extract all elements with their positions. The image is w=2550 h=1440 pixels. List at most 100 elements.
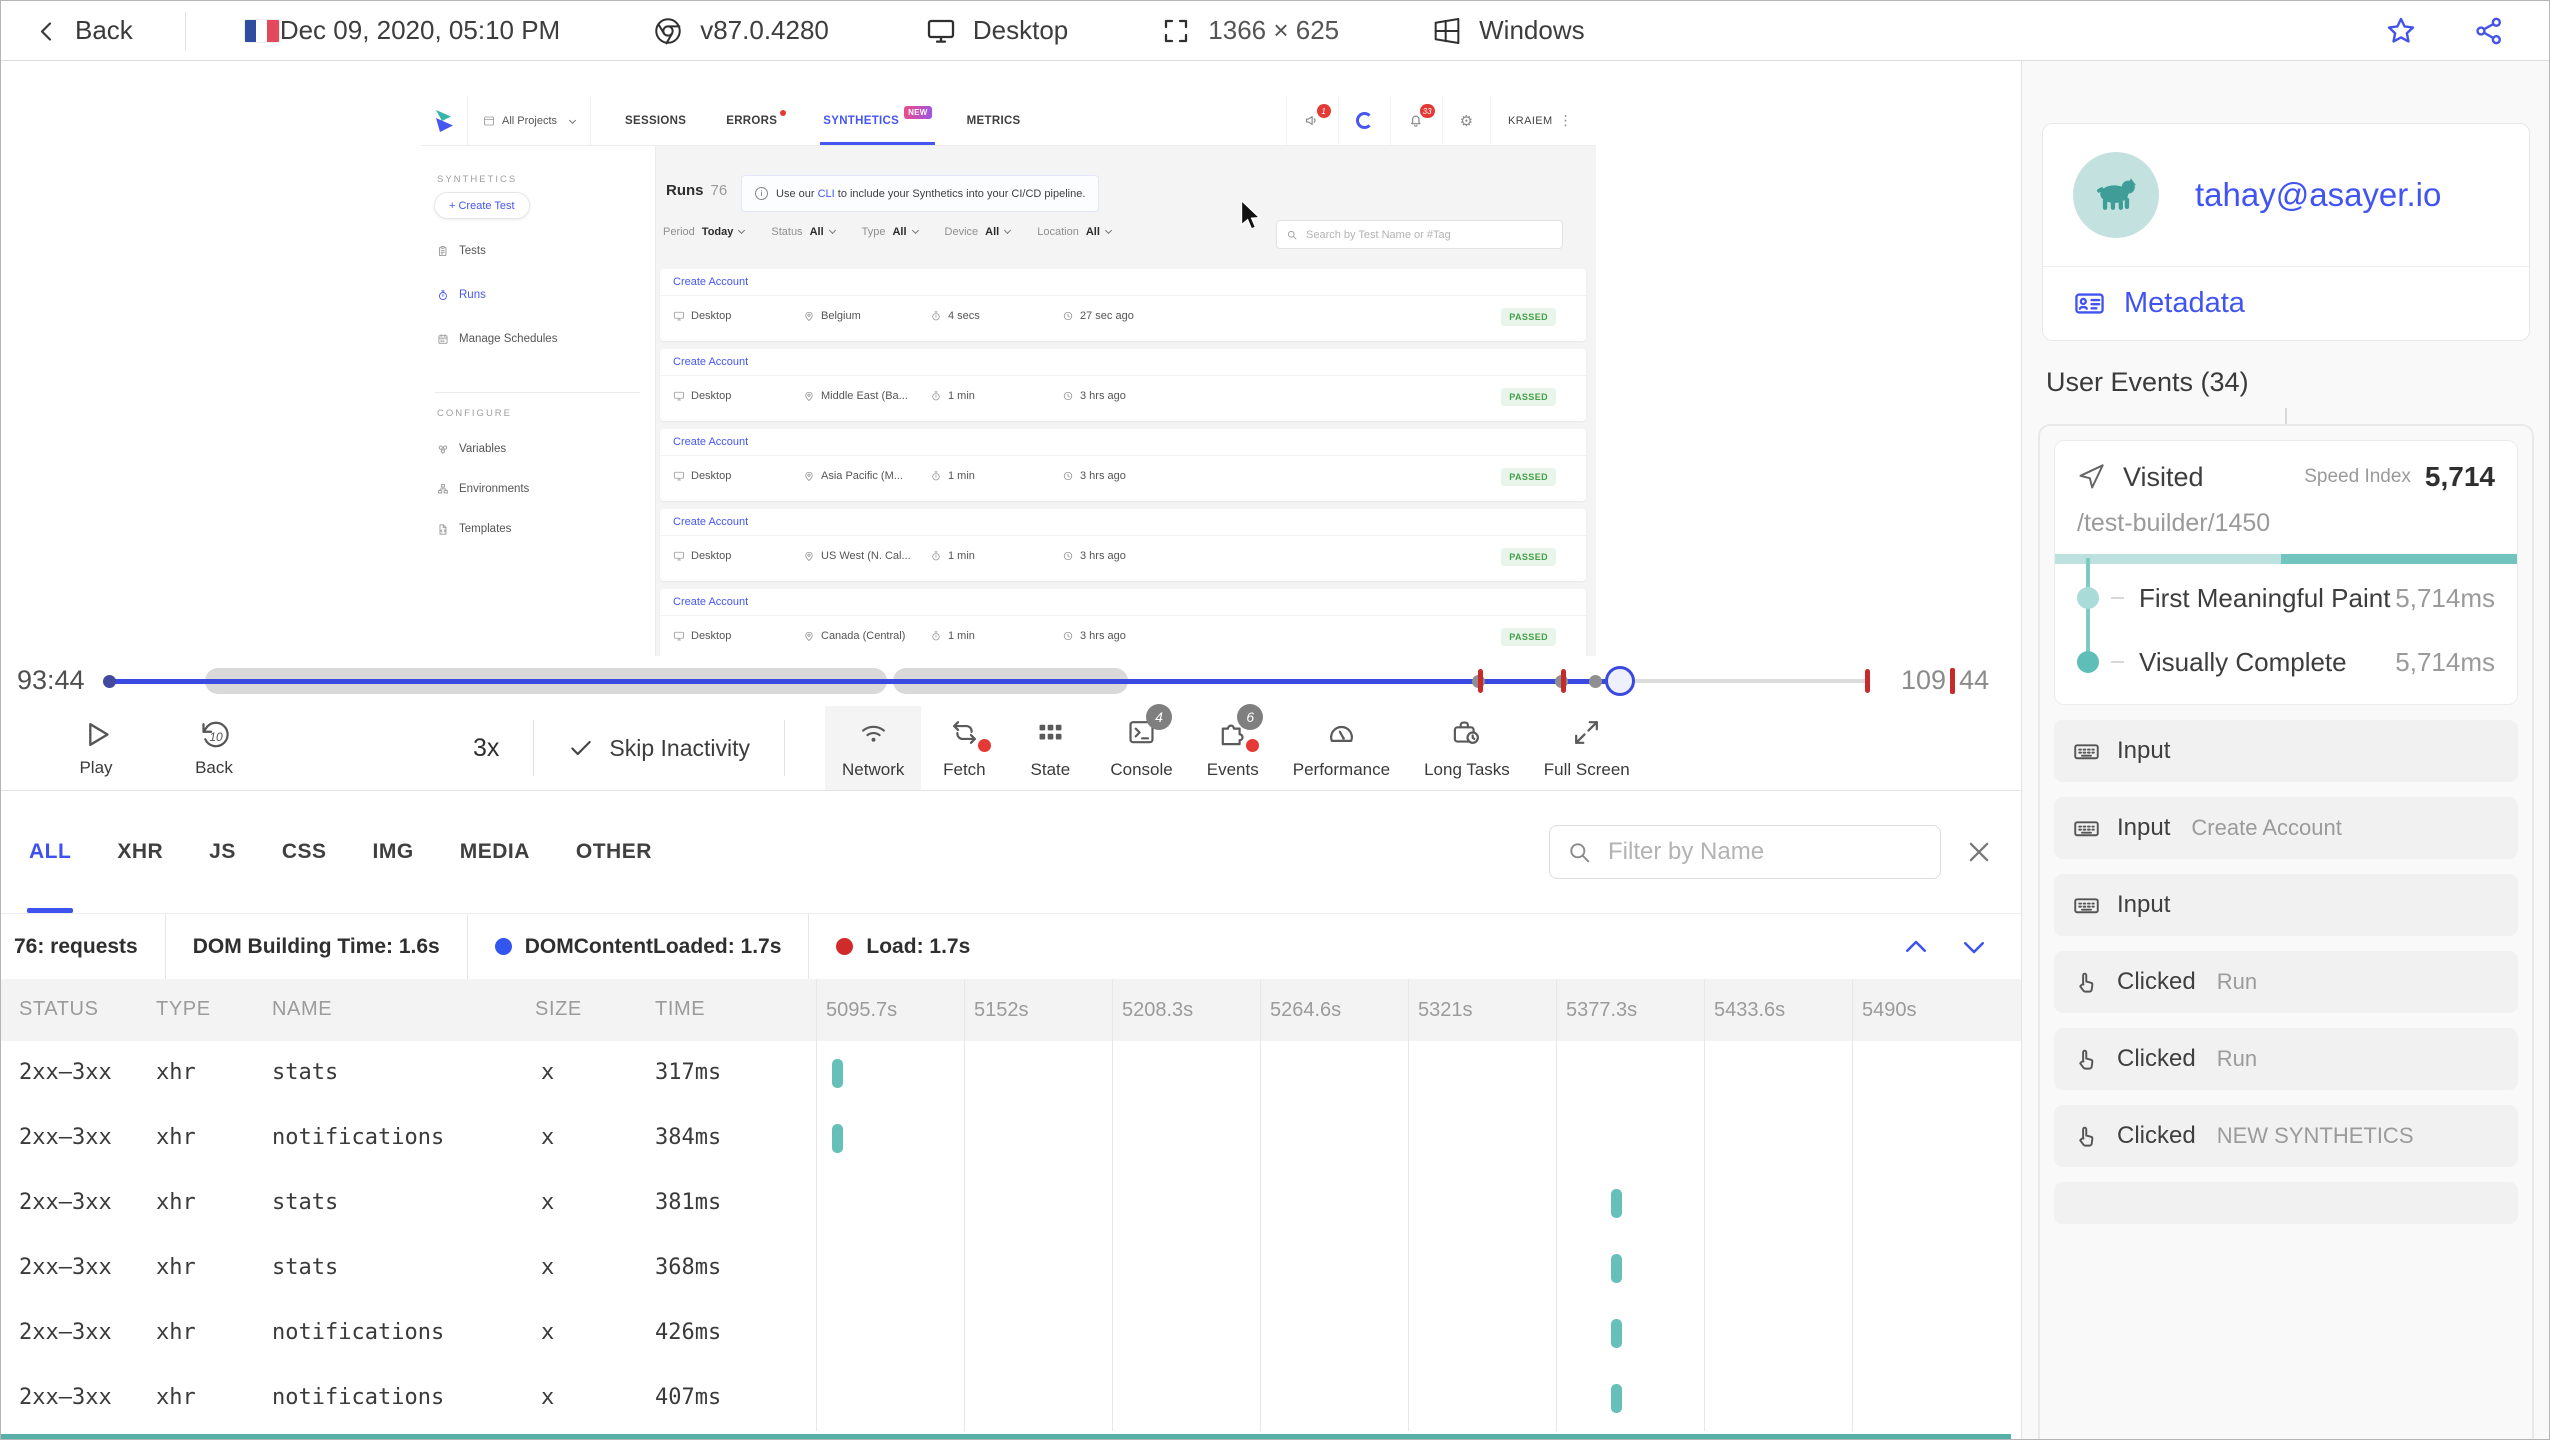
panel-icon	[1451, 717, 1482, 748]
panel-button[interactable]: Long Tasks	[1407, 706, 1527, 790]
visited-event-card[interactable]: Visited Speed Index 5,714 /test-builder/…	[2054, 440, 2518, 705]
runs-search-input: Search by Test Name or #Tag	[1276, 220, 1563, 249]
run-name: Create Account	[660, 349, 1586, 376]
load-time: Load: 1.7s	[809, 914, 997, 979]
metric-dash	[2111, 597, 2124, 599]
timeline-connector	[2285, 408, 2287, 424]
sidebar-section-label: CONFIGURE	[437, 408, 512, 419]
run-card: Create Account Desktop Middle East (Ba..…	[660, 349, 1586, 421]
sidebar-item: Environments	[437, 478, 529, 500]
error-marker[interactable]	[1865, 669, 1870, 693]
play-button[interactable]: Play	[57, 706, 135, 790]
filter-by-name-input[interactable]	[1606, 837, 1924, 867]
panel-button[interactable]: 6 Events	[1190, 703, 1276, 790]
panel-button[interactable]: Network	[825, 706, 922, 790]
run-duration: 1 min	[930, 550, 975, 562]
network-tab[interactable]: MEDIA	[460, 791, 530, 913]
run-device: Desktop	[673, 550, 731, 562]
network-tab[interactable]: IMG	[373, 791, 414, 913]
sidebar-item-icon	[437, 483, 450, 496]
user-events-list: Visited Speed Index 5,714 /test-builder/…	[2038, 424, 2534, 1439]
replayed-nav-tabs: SESSIONS ERRORS SYNTHETICS NEW METRICS	[625, 96, 1021, 145]
request-timing-bar	[1611, 1254, 1622, 1283]
network-request-row[interactable]: 2xx–3xx xhr notifications x 384ms	[1, 1106, 2021, 1171]
panel-icon	[949, 717, 980, 748]
share-icon[interactable]	[2473, 15, 2505, 47]
user-event-row[interactable]: Input	[2054, 720, 2518, 782]
dom-content-loaded: DOMContentLoaded: 1.7s	[468, 914, 809, 979]
skip-inactivity-toggle[interactable]: Skip Inactivity	[568, 706, 750, 790]
browser-version: v87.0.4280	[700, 15, 829, 45]
end-error-marker	[1950, 667, 1956, 694]
column-header-name: NAME	[272, 998, 333, 1020]
network-tab[interactable]: OTHER	[576, 791, 652, 913]
filter-dropdown: Type All	[862, 226, 919, 238]
network-request-row[interactable]: 2xx–3xx xhr stats x 381ms	[1, 1171, 2021, 1236]
column-header-size: SIZE	[535, 998, 582, 1020]
panel-icon	[1035, 717, 1066, 748]
run-device: Desktop	[673, 310, 731, 322]
error-marker[interactable]	[1478, 669, 1483, 693]
kebab-menu-icon: ⋮	[1558, 112, 1573, 129]
runs-filters: Period Today Status All Type All Device All …	[663, 226, 1112, 238]
chevron-down-icon	[1004, 226, 1012, 235]
project-selector: All Projects	[467, 96, 592, 145]
request-timing-bar	[1611, 1189, 1622, 1218]
alert-dot	[1246, 738, 1260, 752]
chevron-down-icon[interactable]	[1959, 932, 1989, 962]
chevron-down-icon	[738, 226, 746, 235]
network-tab[interactable]: ALL	[26, 791, 74, 913]
cli-link: CLI	[817, 187, 835, 200]
run-name: Create Account	[660, 269, 1586, 296]
timeline-played-track[interactable]	[109, 679, 1620, 684]
user-events-title: User Events (34)	[2046, 367, 2249, 397]
run-time-ago: 3 hrs ago	[1062, 550, 1126, 562]
timeline-remaining-track[interactable]	[1620, 679, 1868, 683]
cli-banner: i Use our CLI to include your Synthetics…	[741, 175, 1100, 212]
favorite-star-icon[interactable]	[2385, 15, 2417, 47]
filter-dropdown: Status All	[771, 226, 836, 238]
paint-metric-row: First Meaningful Paint 5,714ms	[2077, 566, 2495, 630]
back-button[interactable]: Back	[35, 15, 133, 46]
visited-path: /test-builder/1450	[2077, 509, 2271, 537]
panel-button[interactable]: Performance	[1276, 706, 1407, 790]
skip-back-button[interactable]: 10 Back	[175, 706, 253, 790]
metadata-button[interactable]: Metadata	[2043, 267, 2529, 340]
loading-spinner-icon	[1337, 96, 1390, 145]
panel-button[interactable]: 4 Console	[1093, 703, 1189, 790]
panel-button[interactable]: State	[1007, 706, 1093, 790]
playback-timeline[interactable]: 93:44 109 44	[1, 656, 2021, 706]
network-request-row[interactable]: 2xx–3xx xhr stats x 317ms	[1, 1041, 2021, 1106]
chrome-icon	[652, 15, 684, 47]
close-panel-icon[interactable]	[1965, 838, 1993, 866]
panel-icon	[858, 717, 889, 748]
user-event-row[interactable]: Clicked NEW SYNTHETICS	[2054, 1105, 2518, 1167]
notifications-bell-icon: 33	[1389, 96, 1442, 145]
network-tab[interactable]: CSS	[282, 791, 327, 913]
network-request-row[interactable]: 2xx–3xx xhr notifications x 426ms	[1, 1301, 2021, 1366]
network-request-row[interactable]: 2xx–3xx xhr stats x 368ms	[1, 1236, 2021, 1301]
paint-progress-bar	[2055, 554, 2517, 564]
network-tab[interactable]: XHR	[117, 791, 163, 913]
network-table: 5095.7s 5152s 5208.3s 5264.6s 5321s 5377.3s 54…	[1, 979, 2021, 1431]
event-dot[interactable]	[1589, 675, 1602, 688]
network-request-row[interactable]: 2xx–3xx xhr notifications x 407ms	[1, 1366, 2021, 1431]
user-event-row[interactable]: Clicked Run	[2054, 1028, 2518, 1090]
replayed-nav-tab: METRICS	[966, 114, 1021, 127]
playhead-handle[interactable]	[1605, 666, 1635, 696]
panel-button[interactable]: Fetch	[921, 706, 1007, 790]
run-location: US West (N. Cal...	[803, 550, 911, 562]
error-marker[interactable]	[1561, 669, 1566, 693]
search-icon	[1566, 839, 1593, 866]
panel-button[interactable]: Full Screen	[1527, 706, 1647, 790]
user-event-row[interactable]: Input Create Account	[2054, 797, 2518, 859]
sidebar-item-icon	[437, 245, 450, 258]
chevron-up-icon[interactable]	[1901, 932, 1931, 962]
user-event-row[interactable]: Clicked Run	[2054, 951, 2518, 1013]
user-event-row[interactable]: Input	[2054, 874, 2518, 936]
run-name: Create Account	[660, 509, 1586, 536]
run-duration: 1 min	[930, 470, 975, 482]
panel-icon	[1326, 717, 1357, 748]
network-tab[interactable]: JS	[209, 791, 236, 913]
playback-speed-button[interactable]: 3x	[473, 734, 499, 763]
